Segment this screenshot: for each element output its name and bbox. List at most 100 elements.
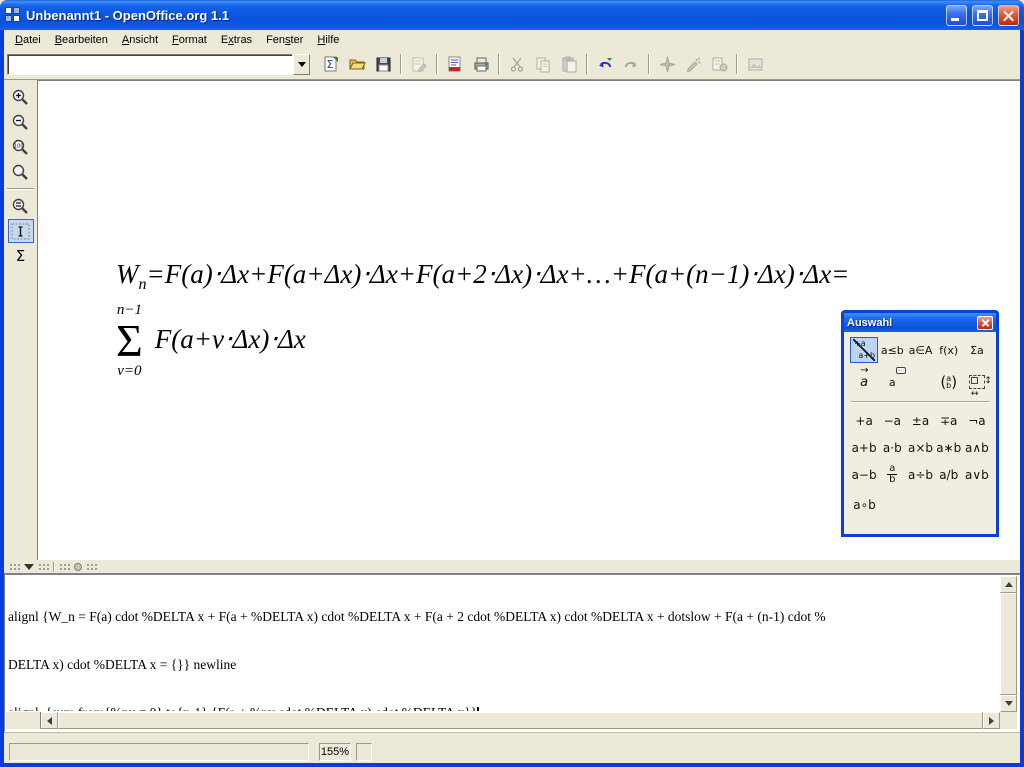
scroll-right-icon[interactable]	[983, 712, 1000, 729]
title-bar[interactable]: Unbenannt1 - OpenOffice.org 1.1	[0, 0, 1024, 30]
window-title: Unbenannt1 - OpenOffice.org 1.1	[26, 8, 941, 23]
rendered-formula: Wn=F(a)⋅Δx+F(a+Δx)⋅Δx+F(a+2⋅Δx)⋅Δx+…+F(a…	[116, 259, 849, 380]
copy-icon[interactable]	[531, 52, 555, 76]
cat-misc[interactable]: a⋯	[878, 369, 906, 395]
cut-icon[interactable]	[505, 52, 529, 76]
math-toolbox: 100 Σ	[4, 80, 37, 560]
cat-relations[interactable]: a≤b	[878, 337, 906, 363]
op-a-circ-b[interactable]: a∘b	[850, 491, 879, 518]
op-a-over-b[interactable]: ab	[878, 461, 906, 488]
formula-source-editor[interactable]: alignl {W_n = F(a) cdot %DELTA x + F(a +…	[8, 577, 998, 711]
zoom-100-icon[interactable]: 100	[8, 135, 34, 159]
menu-ansicht[interactable]: Ansicht	[115, 32, 165, 48]
window-border-right	[1020, 30, 1024, 767]
palette-close-button[interactable]	[977, 316, 993, 330]
menu-extras[interactable]: Extras	[214, 32, 259, 48]
svg-text:100: 100	[14, 143, 24, 149]
op-a-minus-b[interactable]: a−b	[850, 461, 878, 488]
op-plusminus-a[interactable]: ±a	[906, 407, 934, 434]
collapse-chevron-icon[interactable]	[24, 564, 34, 570]
redo-icon[interactable]	[619, 52, 643, 76]
cat-attributes[interactable]: a→	[850, 369, 878, 395]
status-extra-field	[356, 743, 372, 761]
op-plus-a[interactable]: +a	[850, 407, 878, 434]
symbols-icon[interactable]: Σ	[8, 244, 34, 268]
cat-operators[interactable]: Σa	[963, 337, 991, 363]
zoom-in-icon[interactable]	[8, 85, 34, 109]
op-a-cdot-b[interactable]: a⋅b	[878, 434, 906, 461]
print-icon[interactable]	[469, 52, 493, 76]
insert-icon[interactable]	[681, 52, 705, 76]
toolbar-grip[interactable]	[9, 563, 20, 570]
zoom-level-field[interactable]: 155%	[319, 743, 351, 761]
source-line: DELTA x) cdot %DELTA x = {}} newline	[8, 657, 998, 673]
op-a-or-b[interactable]: a∨b	[963, 461, 991, 488]
cat-functions[interactable]: f(x)	[935, 337, 963, 363]
selection-palette: Auswahl +aa+b a≤b a∈A f(x) Σa a→ a⋯	[841, 310, 999, 537]
cat-set-operations[interactable]: a∈A	[906, 337, 934, 363]
zoom-all-icon[interactable]	[8, 160, 34, 184]
paste-icon[interactable]	[557, 52, 581, 76]
open-icon[interactable]	[345, 52, 369, 76]
save-icon[interactable]	[371, 52, 395, 76]
new-formula-icon[interactable]: Σ	[319, 52, 343, 76]
status-bar: 155%	[4, 740, 1020, 763]
maximize-button[interactable]	[972, 5, 993, 26]
op-a-slash-b[interactable]: a/b	[935, 461, 963, 488]
cat-brackets[interactable]: (ab)	[935, 369, 963, 395]
op-a-div-b[interactable]: a÷b	[906, 461, 934, 488]
horizontal-scrollbar[interactable]	[41, 712, 1000, 729]
op-a-and-b[interactable]: a∧b	[963, 434, 991, 461]
cat-formats[interactable]: ↕↔	[963, 369, 991, 395]
toolbar-grip[interactable]	[59, 563, 70, 570]
load-url-input[interactable]	[7, 54, 293, 75]
close-button[interactable]	[998, 5, 1019, 26]
toolbar-grip[interactable]	[86, 563, 97, 570]
horizontal-scroll-thumb[interactable]	[58, 712, 983, 729]
op-minus-a[interactable]: −a	[878, 407, 906, 434]
menu-fenster[interactable]: Fenster	[259, 32, 310, 48]
palette-body: +aa+b a≤b a∈A f(x) Σa a→ a⋯ (ab)	[844, 332, 996, 518]
export-pdf-icon[interactable]	[443, 52, 467, 76]
scroll-left-icon[interactable]	[41, 712, 58, 729]
menu-hilfe[interactable]: Hilfe	[310, 32, 346, 48]
op-a-times-b[interactable]: a×b	[906, 434, 934, 461]
navigator-icon[interactable]	[655, 52, 679, 76]
source-line: alignl {sum from{%ny = 0} to{n-1} {F(a +…	[8, 705, 998, 711]
modify-icon[interactable]	[707, 52, 731, 76]
zoom-out-icon[interactable]	[8, 110, 34, 134]
scrollbar-corner	[1000, 712, 1017, 729]
menu-bar: Datei Bearbeiten Ansicht Format Extras F…	[4, 30, 1020, 49]
vertical-scrollbar[interactable]	[1000, 576, 1017, 712]
menu-datei[interactable]: Datei	[8, 32, 48, 48]
scroll-up-icon[interactable]	[1000, 576, 1017, 593]
edit-file-icon[interactable]	[407, 52, 431, 76]
op-minusplus-a[interactable]: ∓a	[935, 407, 963, 434]
menu-bearbeiten[interactable]: Bearbeiten	[48, 32, 115, 48]
op-neg-a[interactable]: ¬a	[963, 407, 991, 434]
show-all-icon[interactable]	[8, 194, 34, 218]
vertical-scroll-thumb[interactable]	[1000, 593, 1017, 695]
source-line: alignl {W_n = F(a) cdot %DELTA x + F(a +…	[8, 609, 998, 625]
app-window: Unbenannt1 - OpenOffice.org 1.1 Datei Be…	[0, 0, 1024, 767]
undo-icon[interactable]	[593, 52, 617, 76]
op-a-mult-b[interactable]: a∗b	[935, 434, 963, 461]
sum-symbol: n−1 Σ v=0	[116, 302, 143, 380]
status-message-field	[9, 743, 309, 761]
command-window: alignl {W_n = F(a) cdot %DELTA x + F(a +…	[4, 574, 1020, 732]
op-a-plus-b[interactable]: a+b	[850, 434, 878, 461]
scroll-down-icon[interactable]	[1000, 695, 1017, 712]
combo-dropdown-button[interactable]	[293, 54, 310, 75]
function-toolbar: Σ	[4, 49, 1020, 80]
gallery-icon[interactable]	[743, 52, 767, 76]
minimize-button[interactable]	[946, 5, 967, 26]
window-border-bottom	[0, 763, 1024, 767]
formula-cursor-icon[interactable]	[8, 219, 34, 243]
stub-icon[interactable]	[74, 563, 82, 571]
scrollbar-filler	[6, 712, 41, 729]
status-gap	[4, 732, 1020, 740]
cat-unary-binary-operators[interactable]: +aa+b	[850, 337, 878, 363]
toolbar-grip[interactable]	[38, 563, 49, 570]
menu-format[interactable]: Format	[165, 32, 214, 48]
palette-title-bar[interactable]: Auswahl	[844, 313, 996, 332]
